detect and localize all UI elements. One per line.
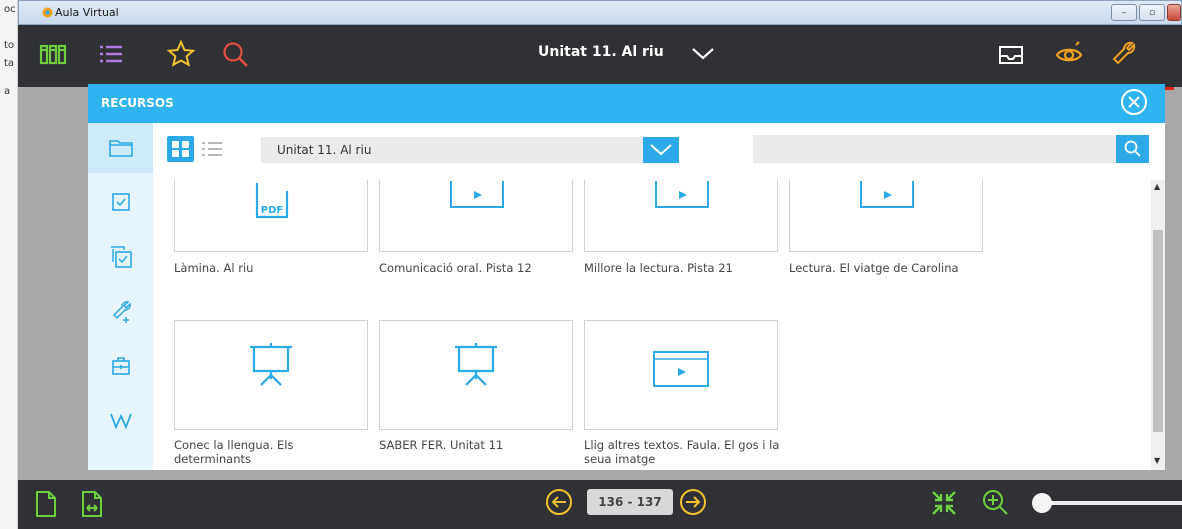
- folder-icon: [108, 140, 133, 157]
- resource-label: Làmina. Al riu: [174, 261, 254, 275]
- app-topbar: Unitat 11. Al riu: [18, 25, 1182, 87]
- sidebar-item-tests[interactable]: [88, 232, 153, 282]
- window-title: Aula Virtual: [55, 6, 119, 19]
- tools-add-icon: [112, 301, 131, 323]
- edge-fragment: ta: [4, 58, 15, 69]
- inbox-tray-icon[interactable]: [996, 39, 1026, 69]
- menu-list-icon[interactable]: [96, 39, 126, 69]
- resource-label: SABER FER. Unitat 11: [379, 438, 504, 452]
- eye-icon[interactable]: [1054, 39, 1084, 69]
- scroll-up-arrow-icon[interactable]: ▲: [1154, 182, 1160, 191]
- chevron-down-icon: [650, 144, 672, 156]
- zoom-slider-track[interactable]: [1048, 501, 1182, 505]
- scrollbar-thumb[interactable]: [1153, 230, 1163, 432]
- resource-label: Comunicació oral. Pista 12: [379, 261, 532, 275]
- previous-page-icon[interactable]: [544, 487, 574, 517]
- scroll-down-arrow-icon[interactable]: ▼: [1154, 456, 1160, 465]
- close-icon[interactable]: [1120, 88, 1148, 116]
- resource-thumbnail: [584, 320, 778, 430]
- resource-label: Millore la lectura. Pista 21: [584, 261, 733, 275]
- modal-sidebar: [88, 123, 153, 470]
- sidebar-item-activities[interactable]: [88, 177, 153, 227]
- grid-view-button[interactable]: [167, 136, 194, 162]
- svg-text:PDF: PDF: [261, 205, 283, 216]
- checkbox-icon: [111, 193, 130, 211]
- w-letter-icon: [109, 413, 132, 430]
- modal-header: RECURSOS: [88, 84, 1165, 123]
- stacked-checkbox-icon: [110, 246, 132, 268]
- video-icon: [655, 181, 709, 208]
- favorites-star-icon[interactable]: [166, 39, 196, 69]
- resource-thumbnail: [379, 180, 573, 252]
- background-window-edge: oc to ta a: [0, 0, 18, 529]
- library-icon[interactable]: [38, 39, 68, 69]
- unit-select[interactable]: Unitat 11. Al riu: [261, 137, 679, 163]
- wrench-icon[interactable]: [1108, 39, 1138, 69]
- edge-fragment: a: [4, 86, 11, 97]
- app-bottombar: 136 - 137: [18, 480, 1182, 529]
- briefcase-icon: [111, 357, 130, 375]
- page-range[interactable]: 136 - 137: [587, 489, 673, 515]
- zoom-in-icon[interactable]: [980, 487, 1010, 517]
- list-view-icon[interactable]: [200, 139, 224, 159]
- video-icon: [653, 351, 709, 387]
- maximize-button[interactable]: ▫: [1139, 4, 1165, 21]
- chevron-down-icon[interactable]: [690, 43, 716, 63]
- resource-thumbnail: [789, 180, 983, 252]
- video-icon: [450, 181, 504, 208]
- resources-modal: RECURSOS Unitat 11. Al riu PDF Làmina. A…: [88, 84, 1165, 470]
- grid-view-icon: [172, 141, 189, 157]
- zoom-slider-handle[interactable]: [1032, 493, 1052, 513]
- search-icon: [1124, 140, 1141, 157]
- presentation-icon: [455, 343, 497, 386]
- resource-thumbnail: [584, 180, 778, 252]
- sidebar-item-folder[interactable]: [88, 123, 153, 173]
- resource-thumbnail: PDF: [174, 180, 368, 252]
- resources-toolbar: Unitat 11. Al riu: [153, 123, 1165, 177]
- resource-grid: PDF Làmina. Al riu Comunicació oral. Pis…: [153, 180, 1151, 470]
- resource-label: Conec la llengua. Els determinants: [174, 438, 294, 466]
- unit-select-value: Unitat 11. Al riu: [277, 143, 372, 157]
- resource-label: Llig altres textos. Faula. El gos i la s…: [584, 438, 780, 466]
- resource-thumbnail: [379, 320, 573, 430]
- pdf-icon: PDF: [255, 183, 289, 219]
- collapse-arrows-icon[interactable]: [930, 489, 958, 517]
- scrollbar[interactable]: ▲ ▼: [1151, 180, 1165, 470]
- edge-fragment: to: [4, 40, 15, 51]
- search-input[interactable]: [753, 135, 1119, 163]
- unit-title[interactable]: Unitat 11. Al riu: [538, 44, 664, 60]
- presentation-icon: [250, 343, 292, 386]
- sidebar-item-w[interactable]: [88, 395, 153, 445]
- search-button[interactable]: [1116, 135, 1149, 163]
- app-logo-icon: [42, 7, 53, 18]
- sidebar-item-tools[interactable]: [88, 287, 153, 337]
- double-page-icon[interactable]: [80, 490, 104, 518]
- window-titlebar: Aula Virtual – ▫: [18, 0, 1182, 25]
- sidebar-item-briefcase[interactable]: [88, 341, 153, 391]
- unit-select-toggle[interactable]: [643, 137, 679, 163]
- minimize-button[interactable]: –: [1111, 4, 1137, 21]
- close-window-button[interactable]: [1167, 4, 1181, 21]
- resource-label: Lectura. El viatge de Carolina: [789, 261, 959, 275]
- modal-title: RECURSOS: [101, 96, 174, 110]
- resource-thumbnail: [174, 320, 368, 430]
- single-page-icon[interactable]: [34, 490, 58, 518]
- search-icon[interactable]: [220, 39, 250, 69]
- next-page-icon[interactable]: [678, 487, 708, 517]
- video-icon: [860, 181, 914, 208]
- edge-fragment: oc: [4, 4, 16, 15]
